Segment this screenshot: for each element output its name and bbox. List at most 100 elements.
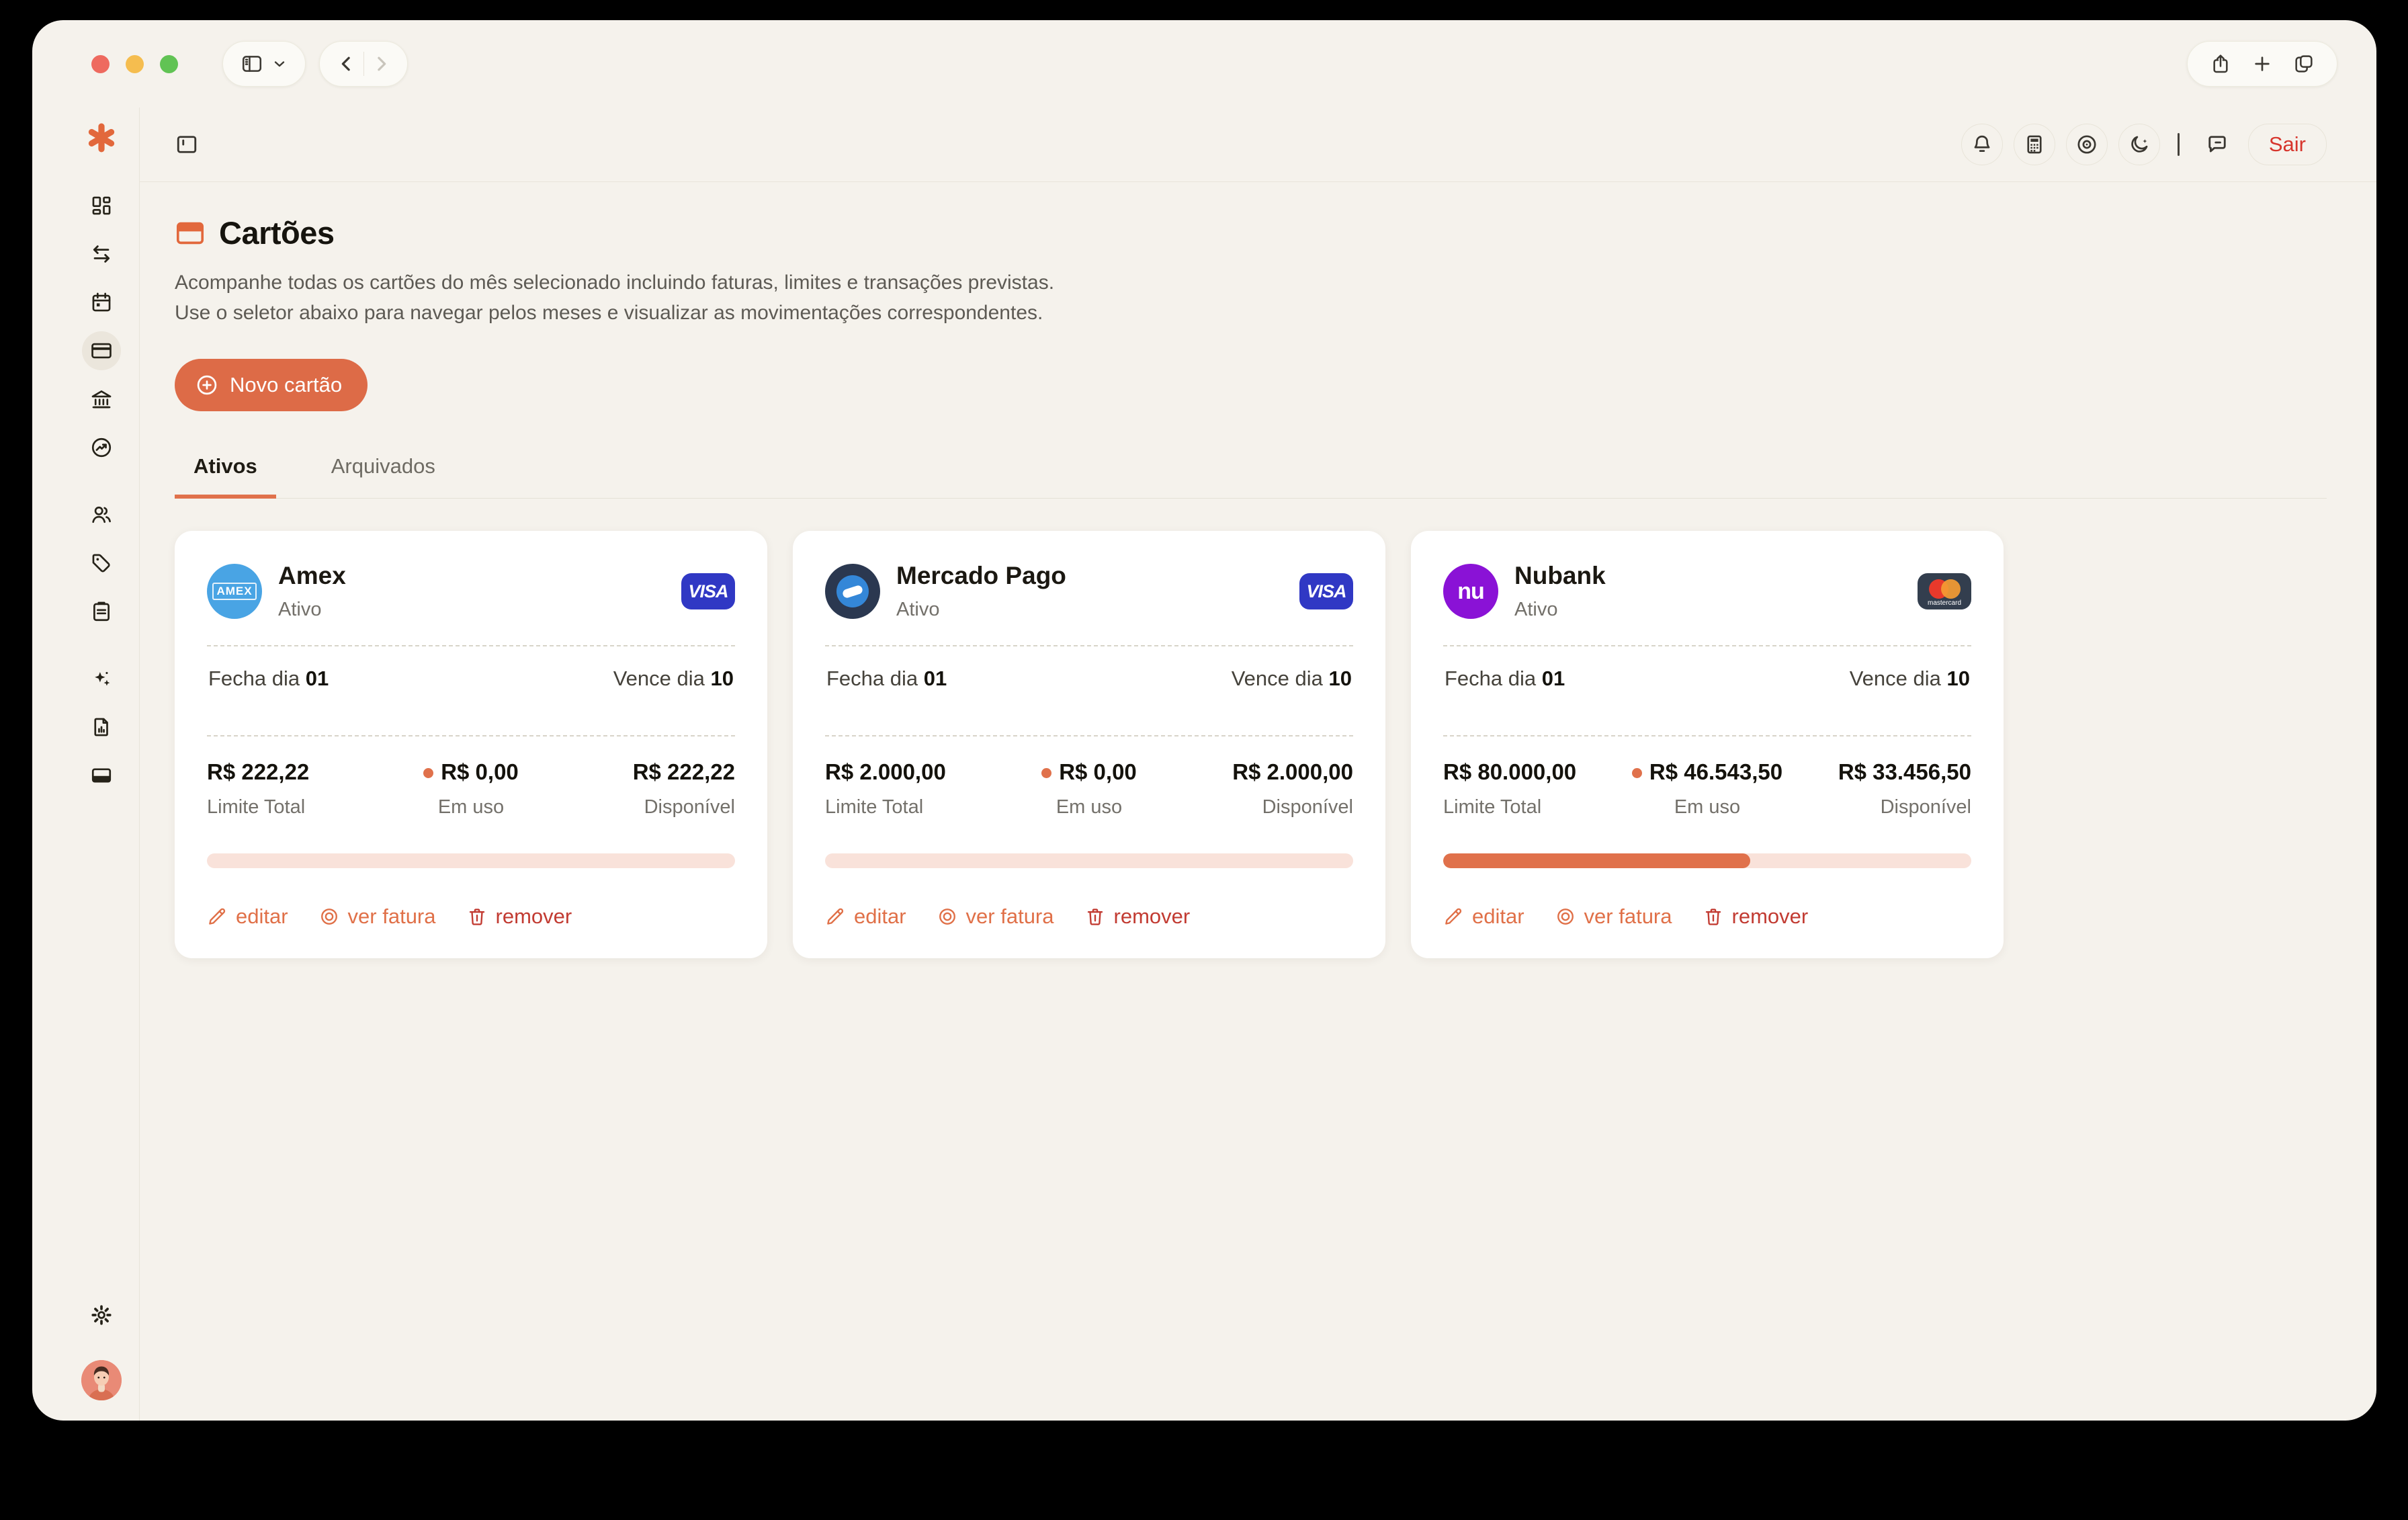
sidebar-bottom: [81, 1296, 122, 1400]
app-logo[interactable]: [86, 122, 117, 157]
stats-row: R$ 2.000,00 Limite Total R$ 0,00 Em uso …: [825, 759, 1353, 818]
view-invoice-button[interactable]: ver fatura: [937, 904, 1054, 929]
remove-label: remover: [1114, 904, 1191, 929]
sidebar-nav: [82, 186, 121, 804]
limit-label: Limite Total: [207, 796, 383, 818]
card-name: Nubank: [1514, 562, 1606, 590]
sidebar-item-bank[interactable]: [82, 380, 121, 419]
sidebar-item-transfers[interactable]: [82, 235, 121, 273]
sidebar-item-settings[interactable]: [82, 1296, 121, 1335]
edit-card-button[interactable]: editar: [825, 904, 906, 929]
dark-mode-button[interactable]: [2118, 124, 2160, 165]
new-card-button[interactable]: Novo cartão: [175, 359, 368, 411]
tab-overview-icon[interactable]: [2293, 53, 2315, 75]
logout-label: Sair: [2269, 132, 2306, 157]
remove-card-button[interactable]: remover: [467, 904, 572, 929]
close-window-button[interactable]: [91, 55, 110, 73]
user-avatar[interactable]: [81, 1360, 122, 1400]
privacy-eye-button[interactable]: [2066, 124, 2108, 165]
sidebar-item-cards[interactable]: [82, 331, 121, 370]
card-status: Ativo: [1514, 599, 1606, 621]
usage-progressbar: [207, 853, 735, 868]
share-icon[interactable]: [2210, 53, 2231, 75]
zoom-window-button[interactable]: [160, 55, 178, 73]
gear-icon: [90, 1304, 113, 1326]
used-label: Em uso: [1001, 796, 1177, 818]
card-mercado-pago: Mercado Pago Ativo VISA Fecha dia 01: [793, 531, 1385, 958]
target-icon: [1555, 906, 1576, 927]
card-actions: editar ver fatura: [825, 904, 1353, 929]
view-invoice-button[interactable]: ver fatura: [1555, 904, 1672, 929]
sparkles-icon: [90, 667, 113, 690]
divider: [207, 735, 735, 736]
main-area: Sair Cartões Acompanhe todas os cartões …: [140, 108, 2376, 1421]
trash-icon: [467, 906, 487, 927]
trending-icon: [90, 436, 113, 459]
credit-card-icon: [90, 339, 113, 362]
invoice-label: ver fatura: [348, 904, 436, 929]
limit-label: Limite Total: [1443, 796, 1619, 818]
nav-divider: [363, 52, 364, 76]
close-day-value: 01: [924, 667, 947, 690]
window-controls: [91, 55, 178, 73]
browser-window: Sair Cartões Acompanhe todas os cartões …: [32, 20, 2376, 1421]
browser-actions: [2187, 41, 2337, 87]
sidebar-item-tags[interactable]: [82, 544, 121, 583]
notifications-button[interactable]: [1961, 124, 2003, 165]
page-title: Cartões: [219, 214, 335, 251]
title-row: Cartões: [175, 214, 2327, 251]
sidebar-item-calendar[interactable]: [82, 283, 121, 322]
edit-card-button[interactable]: editar: [1443, 904, 1524, 929]
avatar-illustration: [81, 1360, 122, 1400]
usage-dot: [1041, 768, 1051, 778]
limit-value: R$ 222,22: [207, 759, 383, 785]
collapse-panel-icon[interactable]: [175, 132, 199, 157]
due-day-value: 10: [1947, 667, 1970, 690]
tab-arquivados[interactable]: Arquivados: [312, 454, 454, 499]
sidebar: [32, 108, 140, 1421]
available-value: R$ 33.456,50: [1795, 759, 1971, 785]
sidebar-item-users[interactable]: [82, 495, 121, 534]
sidebar-item-planner[interactable]: [82, 592, 121, 631]
new-tab-icon[interactable]: [2251, 53, 2273, 75]
nubank-avatar: nu: [1443, 564, 1498, 619]
tab-ativos[interactable]: Ativos: [175, 454, 276, 499]
limit-value: R$ 80.000,00: [1443, 759, 1619, 785]
limit-value: R$ 2.000,00: [825, 759, 1001, 785]
usage-progress-fill: [1443, 853, 1750, 868]
edit-card-button[interactable]: editar: [207, 904, 288, 929]
due-day-label: Vence dia: [1850, 667, 1941, 690]
calculator-button[interactable]: [2014, 124, 2055, 165]
available-label: Disponível: [559, 796, 735, 818]
chevron-down-icon[interactable]: [271, 56, 288, 72]
panel-sidebar-icon[interactable]: [241, 52, 263, 75]
remove-card-button[interactable]: remover: [1703, 904, 1809, 929]
sidebar-item-reports[interactable]: [82, 708, 121, 747]
minimize-window-button[interactable]: [126, 55, 144, 73]
trash-icon: [1703, 906, 1723, 927]
sidebar-item-investments[interactable]: [82, 428, 121, 467]
close-day-value: 01: [306, 667, 329, 690]
usage-dot: [423, 768, 433, 778]
forward-icon[interactable]: [371, 54, 391, 74]
back-icon[interactable]: [337, 54, 357, 74]
divider: [1443, 735, 1971, 736]
new-card-label: Novo cartão: [230, 373, 342, 397]
logout-button[interactable]: Sair: [2248, 124, 2327, 165]
due-day-value: 10: [711, 667, 734, 690]
header-divider: [2178, 133, 2180, 156]
available-value: R$ 2.000,00: [1177, 759, 1353, 785]
moon-stars-icon: [2128, 133, 2151, 156]
clipboard-icon: [90, 600, 113, 623]
sidebar-toggle-group[interactable]: [222, 41, 306, 87]
amex-avatar-label: AMEX: [212, 583, 256, 600]
remove-card-button[interactable]: remover: [1085, 904, 1191, 929]
calculator-icon: [2023, 133, 2046, 156]
view-invoice-button[interactable]: ver fatura: [319, 904, 436, 929]
feedback-button[interactable]: [2197, 124, 2237, 165]
calendar-icon: [90, 291, 113, 314]
remove-label: remover: [1732, 904, 1809, 929]
sidebar-item-subscriptions[interactable]: [82, 756, 121, 795]
sidebar-item-assistant[interactable]: [82, 659, 121, 698]
sidebar-item-dashboard[interactable]: [82, 186, 121, 225]
